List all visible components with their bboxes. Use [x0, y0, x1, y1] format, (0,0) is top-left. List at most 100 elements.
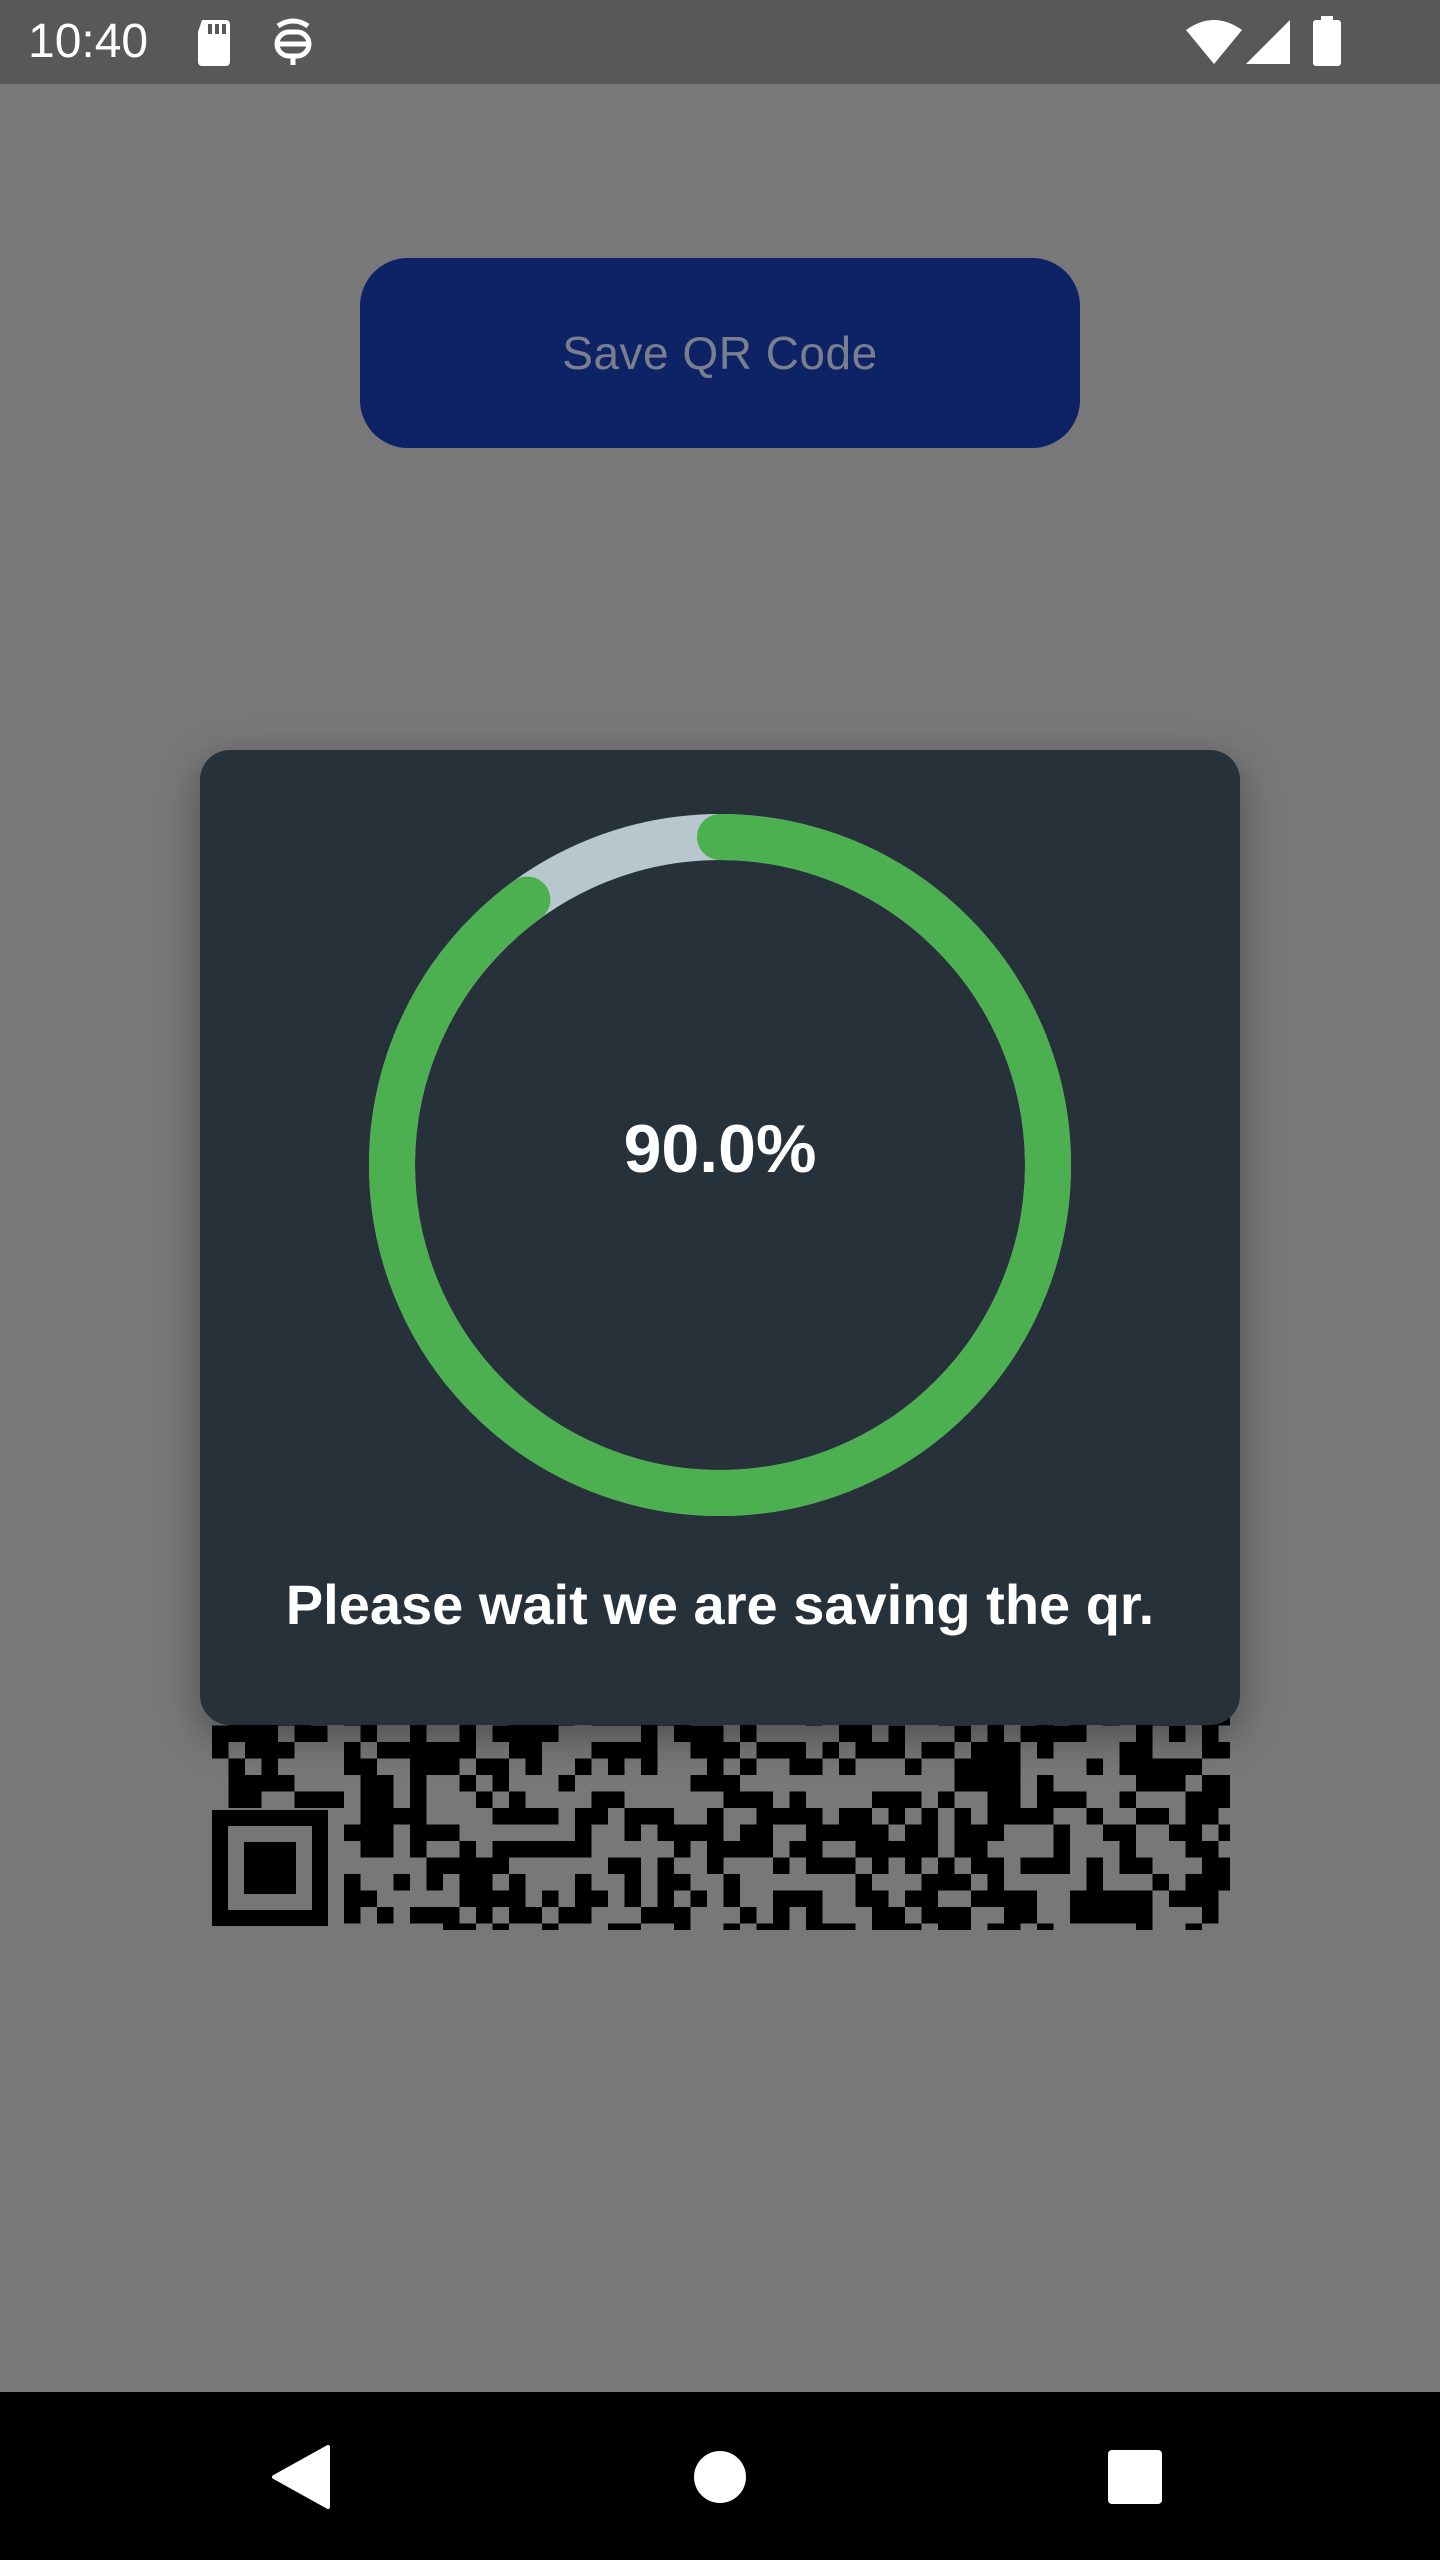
qr-module [492, 1841, 509, 1858]
qr-module [1136, 1857, 1153, 1874]
qr-module [1103, 1890, 1120, 1907]
qr-module [1202, 1857, 1219, 1874]
qr-module [690, 1824, 707, 1841]
qr-module [971, 1758, 988, 1775]
qr-module [624, 1857, 641, 1874]
qr-module [360, 1791, 377, 1808]
qr-module [1119, 1841, 1136, 1858]
qr-module [987, 1742, 1004, 1759]
qr-module [971, 1742, 988, 1759]
qr-module [278, 1742, 295, 1759]
qr-module [1136, 1758, 1153, 1775]
qr-module [608, 1923, 625, 1930]
qr-module [459, 1923, 476, 1930]
recents-button[interactable] [1090, 2432, 1180, 2522]
back-button[interactable] [255, 2432, 345, 2522]
qr-module [1004, 1890, 1021, 1907]
home-button[interactable] [675, 2432, 765, 2522]
qr-module [740, 1758, 757, 1775]
qr-module [1218, 1775, 1230, 1792]
qr-module [641, 1742, 658, 1759]
qr-module [1202, 1742, 1219, 1759]
qr-module [905, 1841, 922, 1858]
qr-module [971, 1824, 988, 1841]
qr-module [707, 1758, 724, 1775]
qr-module [921, 1808, 938, 1825]
qr-module [1119, 1791, 1136, 1808]
qr-module [1037, 1742, 1054, 1759]
qr-module [360, 1758, 377, 1775]
qr-module [294, 1791, 311, 1808]
battery-icon [1312, 16, 1342, 71]
qr-module [987, 1824, 1004, 1841]
qr-module [410, 1808, 427, 1825]
qr-module [377, 1742, 394, 1759]
qr-module [855, 1890, 872, 1907]
qr-module [1202, 1808, 1219, 1825]
qr-module [954, 1808, 971, 1825]
qr-module [641, 1907, 658, 1924]
qr-module [311, 1791, 328, 1808]
qr-module [1053, 1841, 1070, 1858]
qr-module [1086, 1857, 1103, 1874]
qr-module [509, 1725, 526, 1742]
qr-module [789, 1791, 806, 1808]
home-icon [694, 2451, 746, 2503]
recents-icon [1108, 2450, 1162, 2504]
qr-module [674, 1841, 691, 1858]
progress-percentage: 90.0% [623, 1111, 817, 1187]
qr-module [410, 1758, 427, 1775]
qr-module [525, 1758, 542, 1775]
qr-module [855, 1824, 872, 1841]
qr-module [558, 1907, 575, 1924]
save-qr-code-button[interactable]: Save QR Code [360, 258, 1080, 448]
qr-module [1202, 1907, 1219, 1924]
qr-module [1037, 1857, 1054, 1874]
qr-module [756, 1824, 773, 1841]
qr-module [789, 1841, 806, 1858]
qr-module [872, 1923, 889, 1930]
qr-module [839, 1857, 856, 1874]
qr-module [707, 1725, 724, 1742]
qr-module [1218, 1742, 1230, 1759]
qr-module [971, 1841, 988, 1858]
qr-module [921, 1907, 938, 1924]
qr-module [839, 1824, 856, 1841]
qr-module [410, 1725, 427, 1742]
qr-module [443, 1742, 460, 1759]
qr-module [723, 1923, 740, 1930]
qr-module [459, 1841, 476, 1858]
qr-module [1037, 1775, 1054, 1792]
qr-module [855, 1874, 872, 1891]
qr-module [987, 1874, 1004, 1891]
save-qr-code-button-label: Save QR Code [562, 327, 878, 379]
qr-module [773, 1923, 790, 1930]
qr-module [377, 1808, 394, 1825]
qr-module [377, 1907, 394, 1924]
qr-module [542, 1725, 559, 1742]
qr-module [822, 1824, 839, 1841]
qr-module [822, 1857, 839, 1874]
qr-module [1070, 1890, 1087, 1907]
qr-module [443, 1824, 460, 1841]
dialog-message: Please wait we are saving the qr. [285, 1573, 1155, 1636]
qr-module [1169, 1824, 1186, 1841]
qr-module [657, 1857, 674, 1874]
qr-module [888, 1907, 905, 1924]
qr-module [1119, 1824, 1136, 1841]
qr-module [888, 1841, 905, 1858]
qr-module [905, 1890, 922, 1907]
qr-module [245, 1791, 262, 1808]
qr-module [228, 1775, 245, 1792]
qr-module [954, 1758, 971, 1775]
qr-module [1185, 1841, 1202, 1858]
qr-module [1136, 1725, 1153, 1742]
qr-module [443, 1923, 460, 1930]
qr-module [393, 1808, 410, 1825]
qr-module [1136, 1907, 1153, 1924]
qr-module [657, 1890, 674, 1907]
qr-module [344, 1874, 361, 1891]
qr-module [591, 1791, 608, 1808]
qr-module [360, 1841, 377, 1858]
qr-module [542, 1841, 559, 1858]
